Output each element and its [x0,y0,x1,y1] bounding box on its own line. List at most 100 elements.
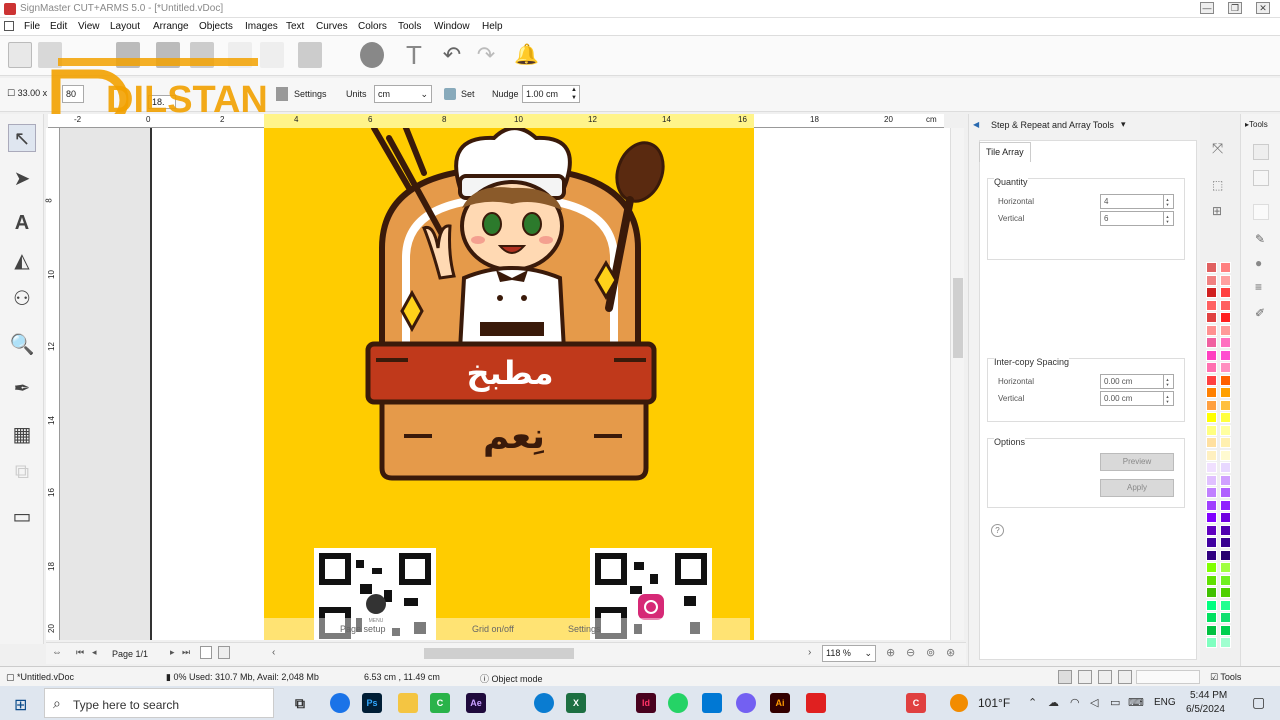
tool-strip-icon-1[interactable] [1253,144,1269,160]
zoom-tool-icon[interactable]: 🔍 [8,330,36,358]
color-swatch[interactable] [1206,624,1217,636]
color-swatch[interactable] [1220,487,1231,498]
color-swatch[interactable] [1206,524,1217,536]
battery-icon[interactable]: ▭ [1110,696,1120,709]
menu-window[interactable]: Window [434,21,470,32]
menu-file[interactable]: File [24,21,40,32]
whatsapp-icon[interactable] [668,693,688,713]
bell-icon[interactable]: 🔔 [514,42,539,68]
apply-button[interactable]: Apply [1100,479,1174,497]
color-swatch[interactable] [1220,474,1231,486]
color-swatch[interactable] [1206,574,1217,586]
status-tools-toggle[interactable]: ☑ Tools [1210,672,1241,683]
scroll-right-icon[interactable]: › [808,647,811,658]
color-swatch[interactable] [1220,562,1231,573]
mail-icon[interactable] [702,693,722,713]
grid-tool-icon[interactable]: ▦ [8,420,36,448]
prev-page-icon[interactable]: ◂ [92,647,97,658]
photoshop-icon[interactable]: Ps [362,693,382,713]
pen-icon[interactable]: ✎ [1255,232,1265,246]
color-swatch[interactable] [1220,424,1231,436]
color-swatch[interactable] [1220,387,1231,398]
color-swatch[interactable] [1220,287,1231,298]
color-swatch[interactable] [1220,349,1231,361]
color-swatch[interactable] [1206,299,1217,311]
keyboard-icon[interactable]: ⌨ [1128,696,1144,709]
panel-collapse-icon[interactable]: ◀ [973,120,979,129]
app-red-icon[interactable] [806,693,826,713]
color-swatch[interactable] [1220,299,1231,311]
zoom-select[interactable]: 118 % ⌄ [822,645,876,662]
quantity-horizontal-input[interactable]: 4 [1100,194,1174,209]
task-view-icon[interactable]: ⧉ [290,693,310,713]
viber-icon[interactable] [736,693,756,713]
text-tool-icon[interactable]: T [402,42,426,68]
color-swatch[interactable] [1220,337,1231,348]
menu-colors[interactable]: Colors [358,21,387,32]
cloud-icon[interactable]: ☁ [1048,696,1059,709]
shape-tool-icon[interactable]: ◭ [8,246,36,274]
status-icon-3[interactable] [1098,670,1112,684]
select-tool-icon[interactable]: ↖ [8,124,36,152]
clock-date[interactable]: 6/5/2024 [1186,704,1225,715]
color-swatch[interactable] [1220,499,1231,511]
align-icon[interactable]: ⊞ [1212,204,1222,218]
color-swatch[interactable] [1206,399,1217,411]
h-scroll-thumb[interactable] [424,648,574,659]
add-page-icon[interactable] [200,646,212,659]
camtasia-icon[interactable]: C [430,693,450,713]
excel-icon[interactable]: X [566,693,586,713]
tool-strip-icon-2[interactable] [1253,170,1269,186]
redo-icon[interactable]: ↷ [474,42,498,68]
page-setup-link[interactable]: Page setup [340,624,386,634]
grid-toggle-link[interactable]: Grid on/off [472,624,514,634]
color-swatch[interactable] [1220,587,1231,598]
menu-arrange[interactable]: Arrange [153,21,189,32]
color-swatch[interactable] [1220,574,1231,586]
tray-chevron-icon[interactable]: ⌃ [1028,696,1037,709]
color-swatch[interactable] [1206,324,1217,336]
status-icon-1[interactable] [1058,670,1072,684]
clock-time[interactable]: 5:44 PM [1190,690,1227,701]
color-swatch[interactable] [1206,637,1217,648]
color-swatch[interactable] [1206,612,1217,623]
after-effects-icon[interactable]: Ae [466,693,486,713]
quantity-vertical-input[interactable]: 6 [1100,211,1174,226]
panel-dropdown-icon[interactable]: ▾ [1121,119,1126,130]
eyedropper-icon[interactable]: ✐ [1255,306,1265,320]
color-swatch[interactable] [1206,549,1217,561]
menu-curves[interactable]: Curves [316,21,348,32]
set-label[interactable]: Set [461,89,475,99]
last-page-icon[interactable]: ⏭ [182,647,190,658]
color-swatch[interactable] [1220,262,1231,273]
settings-link[interactable]: Settings [568,624,601,634]
menu-layout[interactable]: Layout [110,21,140,32]
language-indicator[interactable]: ENG [1154,697,1176,708]
menu-objects[interactable]: Objects [199,21,233,32]
new-icon[interactable] [8,42,32,68]
nudge-input[interactable]: 1.00 cm ▲ ▼ [522,85,580,103]
color-swatch[interactable] [1220,437,1231,448]
chrome-icon[interactable] [330,693,350,713]
vertical-scrollbar[interactable] [950,128,964,640]
illustrator-icon[interactable]: Ai [770,693,790,713]
status-icon-4[interactable] [1118,670,1132,684]
color-swatch[interactable] [1206,462,1217,473]
scroll-thumb[interactable] [953,278,963,358]
scroll-left-icon[interactable]: ‹ [272,647,275,658]
color-swatch[interactable] [1220,449,1231,461]
pen-tool-icon[interactable]: ✒ [8,374,36,402]
edge-icon[interactable] [534,693,554,713]
color-swatch[interactable] [1206,499,1217,511]
color-swatch[interactable] [1220,537,1231,548]
next-page-icon[interactable]: ▸ [170,647,175,658]
tab-tile-array[interactable]: Tile Array [979,142,1031,162]
zoom-fit-icon[interactable]: ⊛ [946,646,955,659]
color-swatch[interactable] [1206,412,1217,423]
color-swatch[interactable] [1220,512,1231,523]
preview-button[interactable]: Preview [1100,453,1174,471]
color-swatch[interactable] [1220,324,1231,336]
transform-icon[interactable]: ⤧ [1212,140,1223,157]
color-swatch[interactable] [1206,537,1217,548]
color-swatch[interactable] [1206,487,1217,498]
